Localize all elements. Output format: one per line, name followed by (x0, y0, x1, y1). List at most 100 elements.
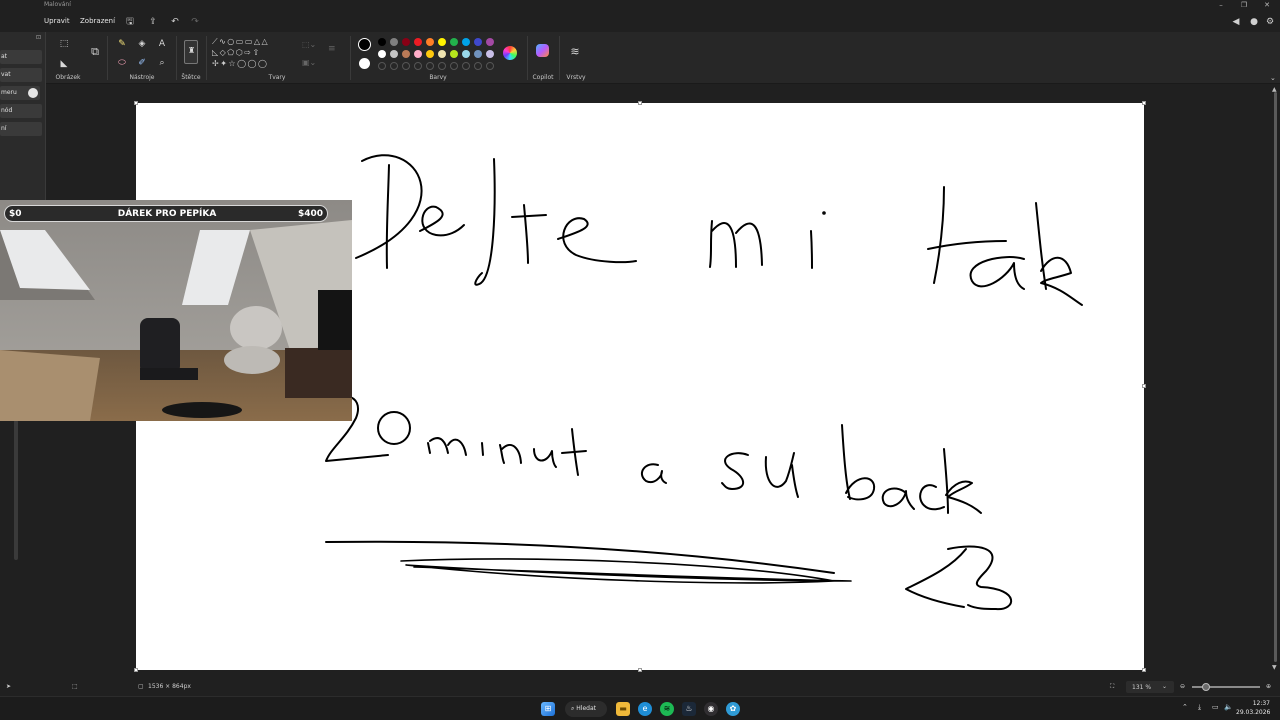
brush-button[interactable]: ♜ (184, 40, 198, 64)
color-swatch[interactable] (450, 38, 458, 46)
redo-icon[interactable]: ↷ (189, 16, 201, 28)
resize-handle[interactable] (1142, 668, 1146, 672)
file-explorer-icon[interactable]: ▬ (616, 702, 630, 716)
paint-icon[interactable]: ✿ (726, 702, 740, 716)
save-icon[interactable]: 🖫 (124, 16, 136, 28)
shapes-gallery[interactable]: ⟋∿○▭▭△△ ◺◇⬠⬡⇨⇧ ✢✦☆◯◯◯ (212, 36, 294, 72)
group-label-layers[interactable]: Vrstvy (562, 74, 590, 81)
crop-icon[interactable]: ⧉ (88, 46, 102, 60)
close-button[interactable]: ✕ (1262, 1, 1272, 9)
zoom-slider-thumb[interactable] (1202, 683, 1210, 691)
zoom-dropdown[interactable]: 131 % ⌄ (1126, 681, 1174, 693)
side-item-5[interactable]: ní (0, 122, 42, 136)
color-swatch[interactable] (390, 50, 398, 58)
color-swatch[interactable] (486, 50, 494, 58)
custom-color-slot[interactable] (486, 62, 494, 70)
scroll-up-icon[interactable]: ▲ (1272, 86, 1277, 93)
side-item-2[interactable]: vat (0, 68, 42, 82)
color-swatch[interactable] (402, 38, 410, 46)
custom-color-slot[interactable] (426, 62, 434, 70)
tray-overflow-icon[interactable]: ⌃ (1182, 703, 1188, 711)
scroll-down-icon[interactable]: ▼ (1272, 664, 1277, 671)
resize-handle[interactable] (1142, 101, 1146, 105)
eraser-icon[interactable]: ⬭ (116, 57, 128, 69)
pencil-icon[interactable]: ✎ (116, 38, 128, 50)
primary-color[interactable] (358, 38, 371, 51)
edit-colors-icon[interactable] (503, 46, 517, 60)
resize-handle[interactable] (1142, 384, 1146, 388)
custom-color-slot[interactable] (438, 62, 446, 70)
size-icon[interactable]: ≡ (328, 44, 336, 54)
network-icon[interactable]: ▭ (1212, 703, 1219, 711)
spotify-icon[interactable]: ≋ (660, 702, 674, 716)
clock-time[interactable]: 12:37 (1236, 700, 1270, 707)
settings-toggle-icon[interactable] (28, 88, 38, 98)
info-icon[interactable]: ● (1248, 16, 1260, 28)
fill-icon[interactable]: ◈ (136, 38, 148, 50)
copilot-icon[interactable] (536, 44, 549, 57)
fit-to-window-icon[interactable]: ⛶ (1110, 683, 1114, 691)
color-swatch[interactable] (438, 50, 446, 58)
color-swatch[interactable] (450, 50, 458, 58)
custom-color-slot[interactable] (450, 62, 458, 70)
color-swatch[interactable] (402, 50, 410, 58)
custom-color-slot[interactable] (390, 62, 398, 70)
edge-icon[interactable]: e (638, 702, 652, 716)
color-swatch[interactable] (426, 50, 434, 58)
resize-handle[interactable] (134, 101, 138, 105)
resize-handle[interactable] (134, 668, 138, 672)
color-swatch[interactable] (462, 50, 470, 58)
megaphone-icon[interactable]: ◀ (1230, 16, 1242, 28)
select-icon[interactable]: ⬚ (58, 38, 70, 50)
color-swatch[interactable] (378, 38, 386, 46)
color-swatch[interactable] (390, 38, 398, 46)
clock-date[interactable]: 29.03.2026 (1236, 709, 1270, 716)
custom-color-slot[interactable] (414, 62, 422, 70)
menu-view[interactable]: Zobrazení (80, 17, 115, 25)
color-swatch[interactable] (438, 38, 446, 46)
custom-color-slot[interactable] (474, 62, 482, 70)
selection-icon: ⬚ (72, 683, 78, 690)
color-swatch[interactable] (474, 38, 482, 46)
chevron-down-icon[interactable]: ⌄ (1270, 74, 1276, 82)
layers-icon[interactable]: ≋ (569, 46, 581, 58)
side-item-1[interactable]: at (0, 50, 42, 64)
color-swatch[interactable] (414, 38, 422, 46)
color-swatch[interactable] (462, 38, 470, 46)
steam-icon[interactable]: ♨ (682, 702, 696, 716)
start-icon[interactable]: ⊞ (541, 702, 555, 716)
search-box[interactable]: ⌕ Hledat (565, 701, 607, 717)
volume-icon[interactable]: 🔈 (1224, 703, 1233, 711)
side-slider[interactable] (14, 420, 18, 560)
fill-shape-icon[interactable]: ▣⌄ (302, 58, 316, 67)
rotate-icon[interactable]: ◣ (58, 58, 70, 70)
color-swatch[interactable] (426, 38, 434, 46)
gear-icon[interactable]: ⚙ (1264, 16, 1276, 28)
text-icon[interactable]: A (156, 38, 168, 50)
zoom-out-icon[interactable]: ⊖ (1180, 683, 1185, 690)
magnifier-icon[interactable]: ⌕ (156, 57, 168, 69)
custom-color-slot[interactable] (462, 62, 470, 70)
custom-color-slot[interactable] (402, 62, 410, 70)
zoom-in-icon[interactable]: ⊕ (1266, 683, 1271, 690)
color-swatch[interactable] (474, 50, 482, 58)
share-icon[interactable]: ⇪ (147, 16, 159, 28)
color-swatch[interactable] (486, 38, 494, 46)
color-picker-icon[interactable]: ✐ (136, 57, 148, 69)
undo-icon[interactable]: ↶ (169, 16, 181, 28)
panel-pin-icon[interactable]: ⊡ (36, 34, 41, 41)
custom-color-slot[interactable] (378, 62, 386, 70)
outline-icon[interactable]: ⬚⌄ (302, 40, 316, 49)
vertical-scrollbar[interactable] (1274, 92, 1277, 662)
obs-icon[interactable]: ◉ (704, 702, 718, 716)
resize-handle[interactable] (638, 101, 642, 105)
maximize-button[interactable]: ❐ (1239, 1, 1249, 9)
color-swatch[interactable] (378, 50, 386, 58)
menu-edit[interactable]: Upravit (44, 17, 70, 25)
download-icon[interactable]: ⤓ (1198, 703, 1201, 712)
minimize-button[interactable]: – (1216, 1, 1226, 9)
side-item-4[interactable]: nód (0, 104, 42, 118)
secondary-color[interactable] (359, 58, 370, 69)
color-swatch[interactable] (414, 50, 422, 58)
resize-handle[interactable] (638, 668, 642, 672)
